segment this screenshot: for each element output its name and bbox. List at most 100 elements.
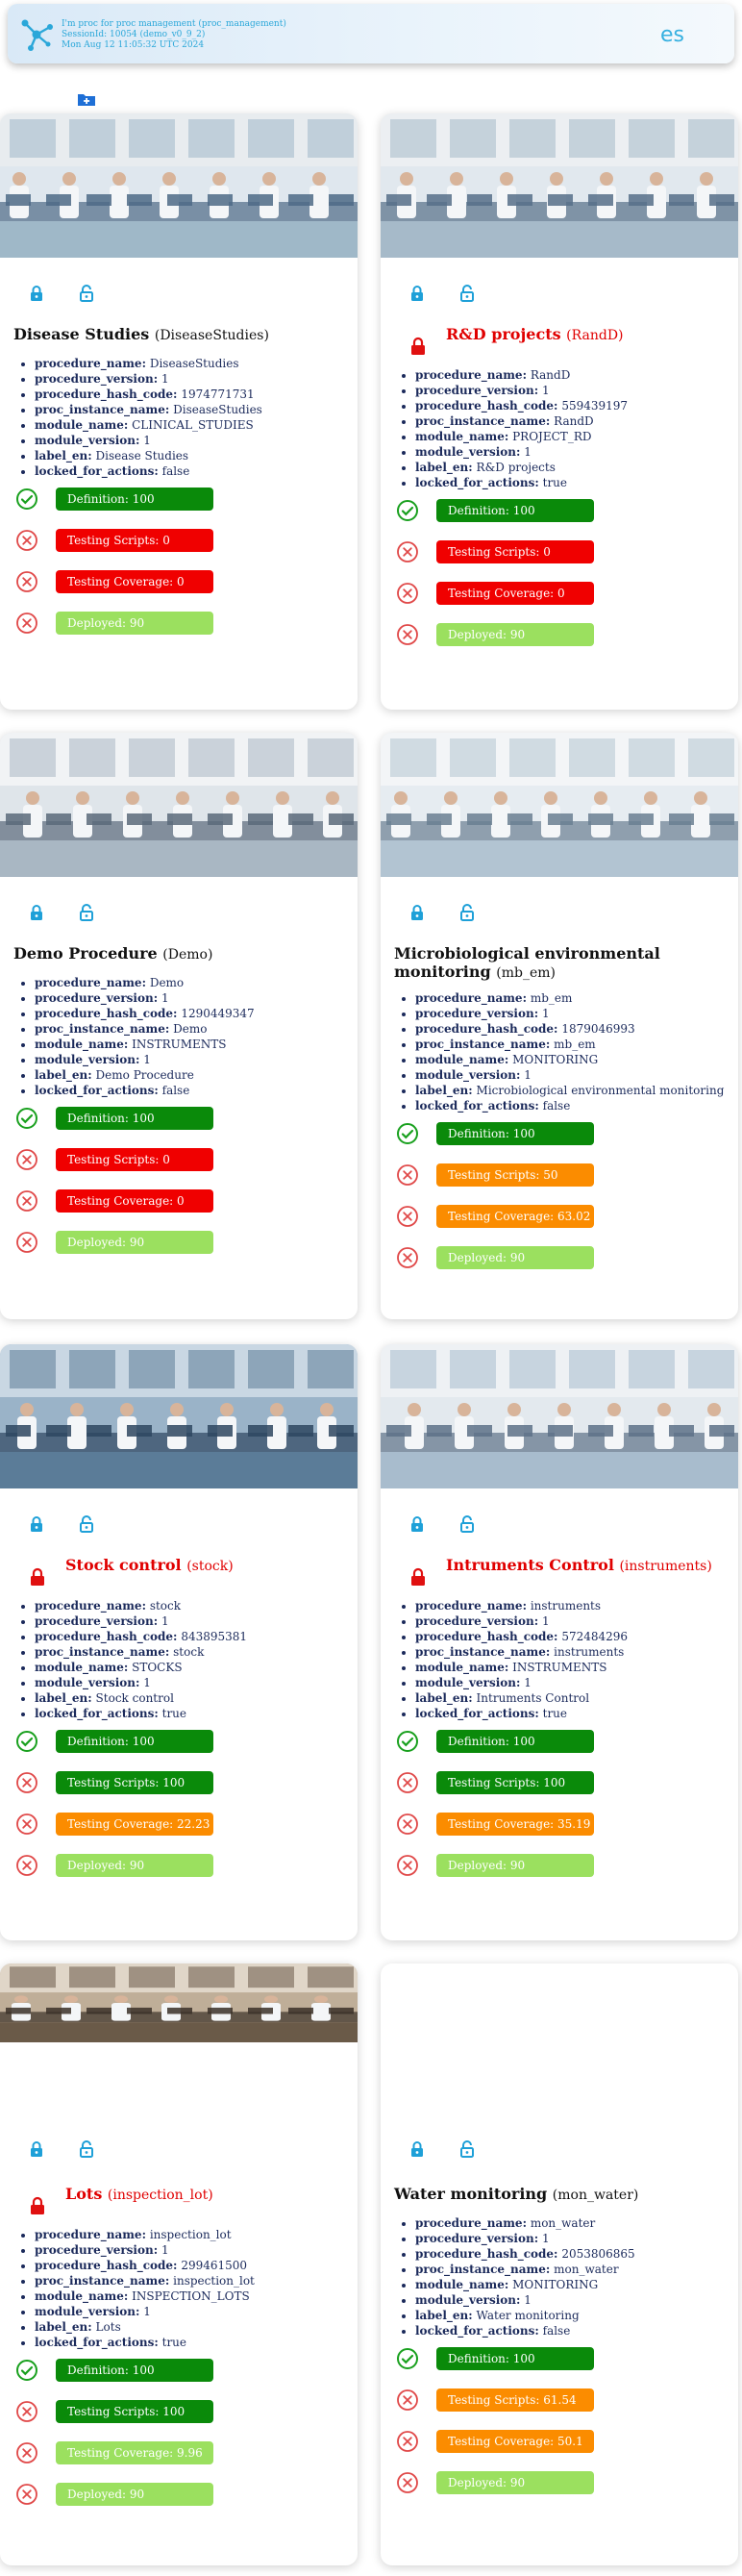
property-key: procedure_hash_code: [415,1022,558,1036]
procedure-title: Disease Studies (DiseaseStudies) [13,325,346,343]
deployed-badge[interactable]: Deployed: 90 [56,1231,213,1254]
add-folder-icon[interactable] [77,91,96,107]
property-key: proc_instance_name: [415,1645,551,1659]
testing-scripts-badge[interactable]: Testing Scripts: 100 [56,1771,213,1794]
deployed-badge[interactable]: Deployed: 90 [56,612,213,635]
testing-scripts-badge[interactable]: Testing Scripts: 100 [56,2400,213,2423]
property-item: proc_instance_name: Demo [35,1021,348,1037]
property-key: procedure_version: [415,1007,539,1020]
testing-coverage-badge[interactable]: Testing Coverage: 9.96 [56,2441,213,2464]
check-circle-icon [16,2360,37,2381]
lock-closed-icon[interactable] [29,2140,44,2158]
testing-coverage-badge[interactable]: Testing Coverage: 0 [436,582,594,605]
definition-badge[interactable]: Definition: 100 [56,488,213,511]
status-deployed: Deployed: 90 [396,1853,617,1878]
property-key: module_version: [415,2293,521,2307]
status-deployed: Deployed: 90 [15,611,236,636]
definition-badge[interactable]: Definition: 100 [436,1730,594,1753]
definition-badge[interactable]: Definition: 100 [56,1107,213,1130]
lock-closed-icon[interactable] [29,1515,44,1533]
procedure-title: Lots (inspection_lot) [65,2185,344,2203]
property-key: procedure_name: [35,1599,146,1613]
status-testing-scripts: Testing Scripts: 0 [15,528,236,553]
deployed-badge[interactable]: Deployed: 90 [436,1246,594,1269]
testing-scripts-badge[interactable]: Testing Scripts: 0 [56,529,213,552]
testing-scripts-badge[interactable]: Testing Scripts: 61.54 [436,2388,594,2412]
lock-closed-icon[interactable] [409,1515,425,1533]
x-circle-icon [397,1164,418,1186]
deployed-badge[interactable]: Deployed: 90 [436,2471,594,2494]
property-value: mon_water [530,2216,596,2230]
property-key: proc_instance_name: [35,1645,170,1659]
property-item: proc_instance_name: mon_water [415,2262,729,2277]
testing-coverage-badge[interactable]: Testing Coverage: 63.02 [436,1205,594,1228]
property-item: locked_for_actions: false [35,1083,348,1098]
property-key: module_name: [415,2278,509,2291]
lock-open-icon[interactable] [79,904,94,921]
property-item: procedure_hash_code: 1879046993 [415,1021,729,1037]
procedure-card: Lots (inspection_lot) procedure_name: ins… [0,1963,358,2565]
testing-coverage-badge[interactable]: Testing Coverage: 0 [56,570,213,593]
testing-coverage-badge[interactable]: Testing Coverage: 0 [56,1189,213,1213]
lock-closed-icon[interactable] [409,904,425,921]
property-item: label_en: Demo Procedure [35,1067,348,1083]
property-value: true [542,476,568,489]
property-key: procedure_hash_code: [35,2259,178,2272]
property-key: module_name: [35,1038,129,1051]
procedure-image [381,113,738,258]
property-key: locked_for_actions: [35,2336,159,2349]
lock-open-icon[interactable] [79,2140,94,2158]
property-value: RandD [554,414,594,428]
status-testing-coverage: Testing Coverage: 9.96 [15,2440,236,2465]
property-value: Water monitoring [476,2309,580,2322]
property-item: module_name: PROJECT_RD [415,429,729,444]
property-key: procedure_name: [415,991,527,1005]
definition-badge[interactable]: Definition: 100 [436,2347,594,2370]
property-item: label_en: Microbiological environmental … [415,1083,729,1098]
lock-open-icon[interactable] [459,2140,475,2158]
language-toggle[interactable]: es [660,23,684,47]
property-value: inspection_lot [149,2228,232,2241]
testing-coverage-badge[interactable]: Testing Coverage: 50.1 [436,2430,594,2453]
deployed-badge[interactable]: Deployed: 90 [56,1854,213,1877]
property-key: procedure_name: [35,357,146,370]
definition-badge[interactable]: Definition: 100 [56,1730,213,1753]
status-testing-coverage: Testing Coverage: 50.1 [396,2429,617,2454]
deployed-badge[interactable]: Deployed: 90 [436,623,594,646]
lock-open-icon[interactable] [79,285,94,302]
testing-coverage-badge[interactable]: Testing Coverage: 22.23 [56,1813,213,1836]
property-value: mon_water [554,2263,619,2276]
property-item: locked_for_actions: true [415,1706,729,1721]
definition-badge[interactable]: Definition: 100 [56,2359,213,2382]
deployed-badge[interactable]: Deployed: 90 [436,1854,594,1877]
property-value: MONITORING [512,2278,599,2291]
testing-coverage-badge[interactable]: Testing Coverage: 35.19 [436,1813,594,1836]
property-key: procedure_name: [35,2228,146,2241]
testing-scripts-badge[interactable]: Testing Scripts: 0 [436,540,594,563]
procedure-code-label: (Demo) [162,947,213,963]
property-item: proc_instance_name: inspection_lot [35,2273,348,2288]
status-deployed: Deployed: 90 [396,622,617,647]
testing-scripts-badge[interactable]: Testing Scripts: 100 [436,1771,594,1794]
lock-open-icon[interactable] [79,1515,94,1533]
lock-open-icon[interactable] [459,904,475,921]
procedure-code-label: (mon_water) [552,2188,639,2203]
lock-closed-icon[interactable] [409,285,425,302]
lock-closed-icon[interactable] [409,2140,425,2158]
property-key: procedure_version: [35,1614,159,1628]
testing-scripts-badge[interactable]: Testing Scripts: 0 [56,1148,213,1171]
lock-closed-icon[interactable] [29,285,44,302]
lock-open-icon[interactable] [459,1515,475,1533]
lab-photo-image [0,733,358,877]
deployed-badge[interactable]: Deployed: 90 [56,2483,213,2506]
procedure-properties-list: procedure_name: mb_emprocedure_version: … [402,990,729,1113]
testing-scripts-badge[interactable]: Testing Scripts: 50 [436,1163,594,1187]
definition-badge[interactable]: Definition: 100 [436,1122,594,1145]
property-value: stock [173,1645,205,1659]
definition-badge[interactable]: Definition: 100 [436,499,594,522]
lock-open-icon[interactable] [459,285,475,302]
x-circle-icon [397,1813,418,1835]
lock-closed-icon[interactable] [29,904,44,921]
property-item: module_version: 1 [415,1675,729,1690]
property-key: module_name: [415,1053,509,1066]
